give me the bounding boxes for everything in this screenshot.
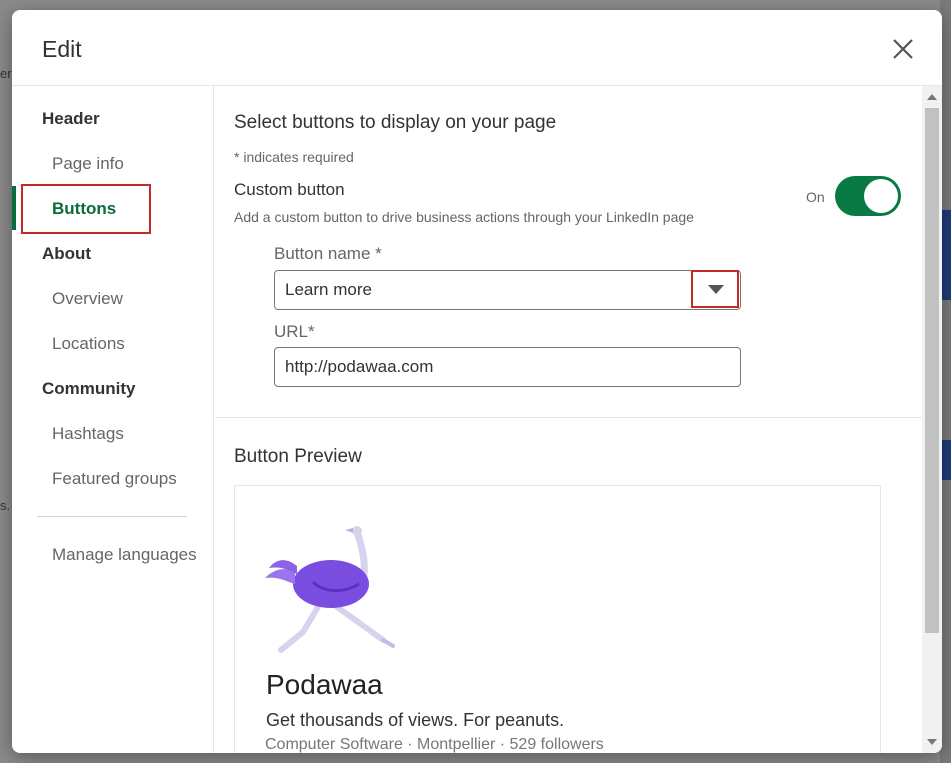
content-scrollbar[interactable] — [922, 86, 942, 753]
button-name-label: Button name * — [274, 244, 382, 263]
preview-heading: Button Preview — [234, 446, 362, 467]
sidebar-nav: Header Page info Buttons About Overview … — [12, 86, 214, 753]
url-label: URL* — [274, 322, 315, 341]
edit-modal: Edit Header Page info Buttons About Over… — [12, 10, 942, 753]
custom-button-description: Add a custom button to drive business ac… — [234, 209, 694, 225]
toggle-state-label: On — [806, 189, 825, 205]
section-heading: Select buttons to display on your page — [234, 112, 557, 133]
scroll-thumb[interactable] — [925, 108, 939, 633]
nav-section-header[interactable]: Header — [42, 109, 100, 129]
company-tagline: Get thousands of views. For peanuts. — [266, 710, 565, 730]
modal-body: Header Page info Buttons About Overview … — [12, 86, 942, 753]
sidebar-divider — [37, 516, 187, 517]
toggle-knob — [864, 179, 898, 213]
background-text: s. — [0, 498, 11, 513]
sidebar-item-page-info[interactable]: Page info — [52, 154, 124, 174]
close-button[interactable] — [888, 34, 918, 64]
modal-title: Edit — [42, 36, 82, 62]
sidebar-item-locations[interactable]: Locations — [52, 334, 125, 354]
nav-section-community[interactable]: Community — [42, 379, 136, 399]
sidebar-item-featured-groups[interactable]: Featured groups — [52, 469, 177, 489]
close-icon — [893, 39, 913, 59]
custom-button-label: Custom button — [234, 180, 345, 199]
url-input[interactable]: http://podawaa.com — [274, 347, 741, 387]
scroll-up-arrow-icon[interactable] — [927, 94, 937, 100]
company-name: Podawaa — [266, 669, 383, 700]
custom-button-toggle[interactable] — [835, 176, 901, 216]
scroll-down-arrow-icon[interactable] — [927, 739, 937, 745]
sidebar-item-manage-languages[interactable]: Manage languages — [52, 545, 197, 565]
chevron-down-icon — [708, 285, 724, 294]
company-meta: Computer Software · Montpellier · 529 fo… — [265, 736, 604, 753]
sidebar-item-buttons[interactable]: Buttons — [52, 199, 116, 219]
sidebar-item-hashtags[interactable]: Hashtags — [52, 424, 124, 444]
buttons-settings-section: Select buttons to display on your page *… — [215, 86, 922, 418]
preview-card: Podawaa Get thousands of views. For pean… — [234, 485, 881, 753]
sidebar-item-overview[interactable]: Overview — [52, 289, 123, 309]
active-indicator — [12, 186, 16, 230]
button-name-select[interactable]: Learn more — [274, 270, 741, 310]
nav-section-about[interactable]: About — [42, 244, 91, 264]
required-note: * indicates required — [234, 149, 354, 165]
ostrich-logo-icon — [265, 526, 395, 653]
modal-header: Edit — [12, 10, 942, 86]
content-panel: Select buttons to display on your page *… — [215, 86, 922, 753]
background-text: er — [0, 66, 12, 81]
dropdown-toggle[interactable] — [691, 270, 739, 308]
